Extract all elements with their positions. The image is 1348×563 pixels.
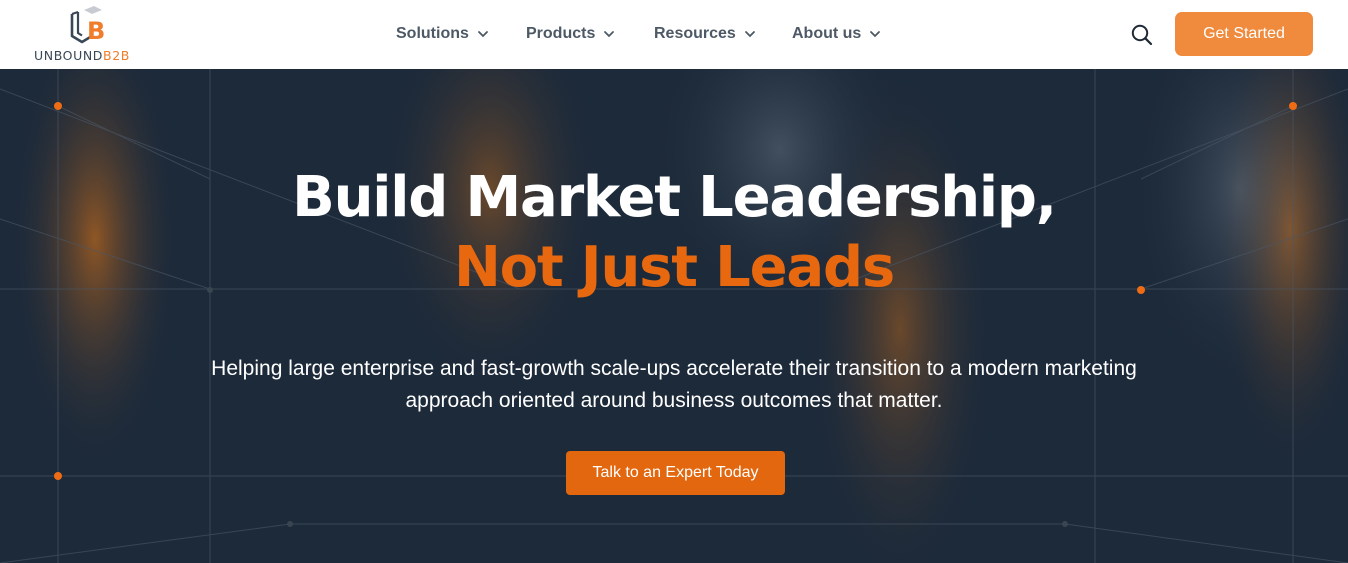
chevron-down-icon: [870, 31, 881, 38]
hero-subtitle: Helping large enterprise and fast-growth…: [211, 357, 1137, 412]
chevron-down-icon: [744, 31, 755, 38]
main-nav: Solutions Products Resources About us: [396, 22, 884, 46]
nav-resources[interactable]: Resources: [654, 22, 756, 46]
nav-resources-label: Resources: [654, 25, 736, 42]
logo-wordmark: UNBOUNDB2B: [34, 48, 130, 63]
hero-title-line2: Not Just Leads: [454, 235, 895, 300]
nav-about-us[interactable]: About us: [792, 22, 884, 46]
svg-text:B: B: [87, 17, 105, 45]
hero-section: Build Market Leadership, Not Just Leads …: [0, 69, 1348, 563]
get-started-button[interactable]: Get Started: [1175, 12, 1313, 56]
nav-products-label: Products: [526, 25, 596, 42]
talk-to-expert-button[interactable]: Talk to an Expert Today: [566, 451, 785, 495]
ub-logo-icon: B: [70, 6, 105, 45]
nav-solutions[interactable]: Solutions: [396, 22, 492, 46]
nav-products[interactable]: Products: [526, 22, 618, 46]
chevron-down-icon: [604, 31, 615, 38]
search-icon[interactable]: [1131, 24, 1153, 46]
hero-title-line1: Build Market Leadership,: [292, 165, 1057, 230]
nav-about-us-label: About us: [792, 25, 862, 42]
nav-solutions-label: Solutions: [396, 25, 469, 42]
site-header: B UNBOUNDB2B Solutions Products Resource…: [0, 0, 1348, 69]
brand-logo[interactable]: B UNBOUNDB2B: [34, 6, 154, 64]
chevron-down-icon: [477, 31, 488, 38]
